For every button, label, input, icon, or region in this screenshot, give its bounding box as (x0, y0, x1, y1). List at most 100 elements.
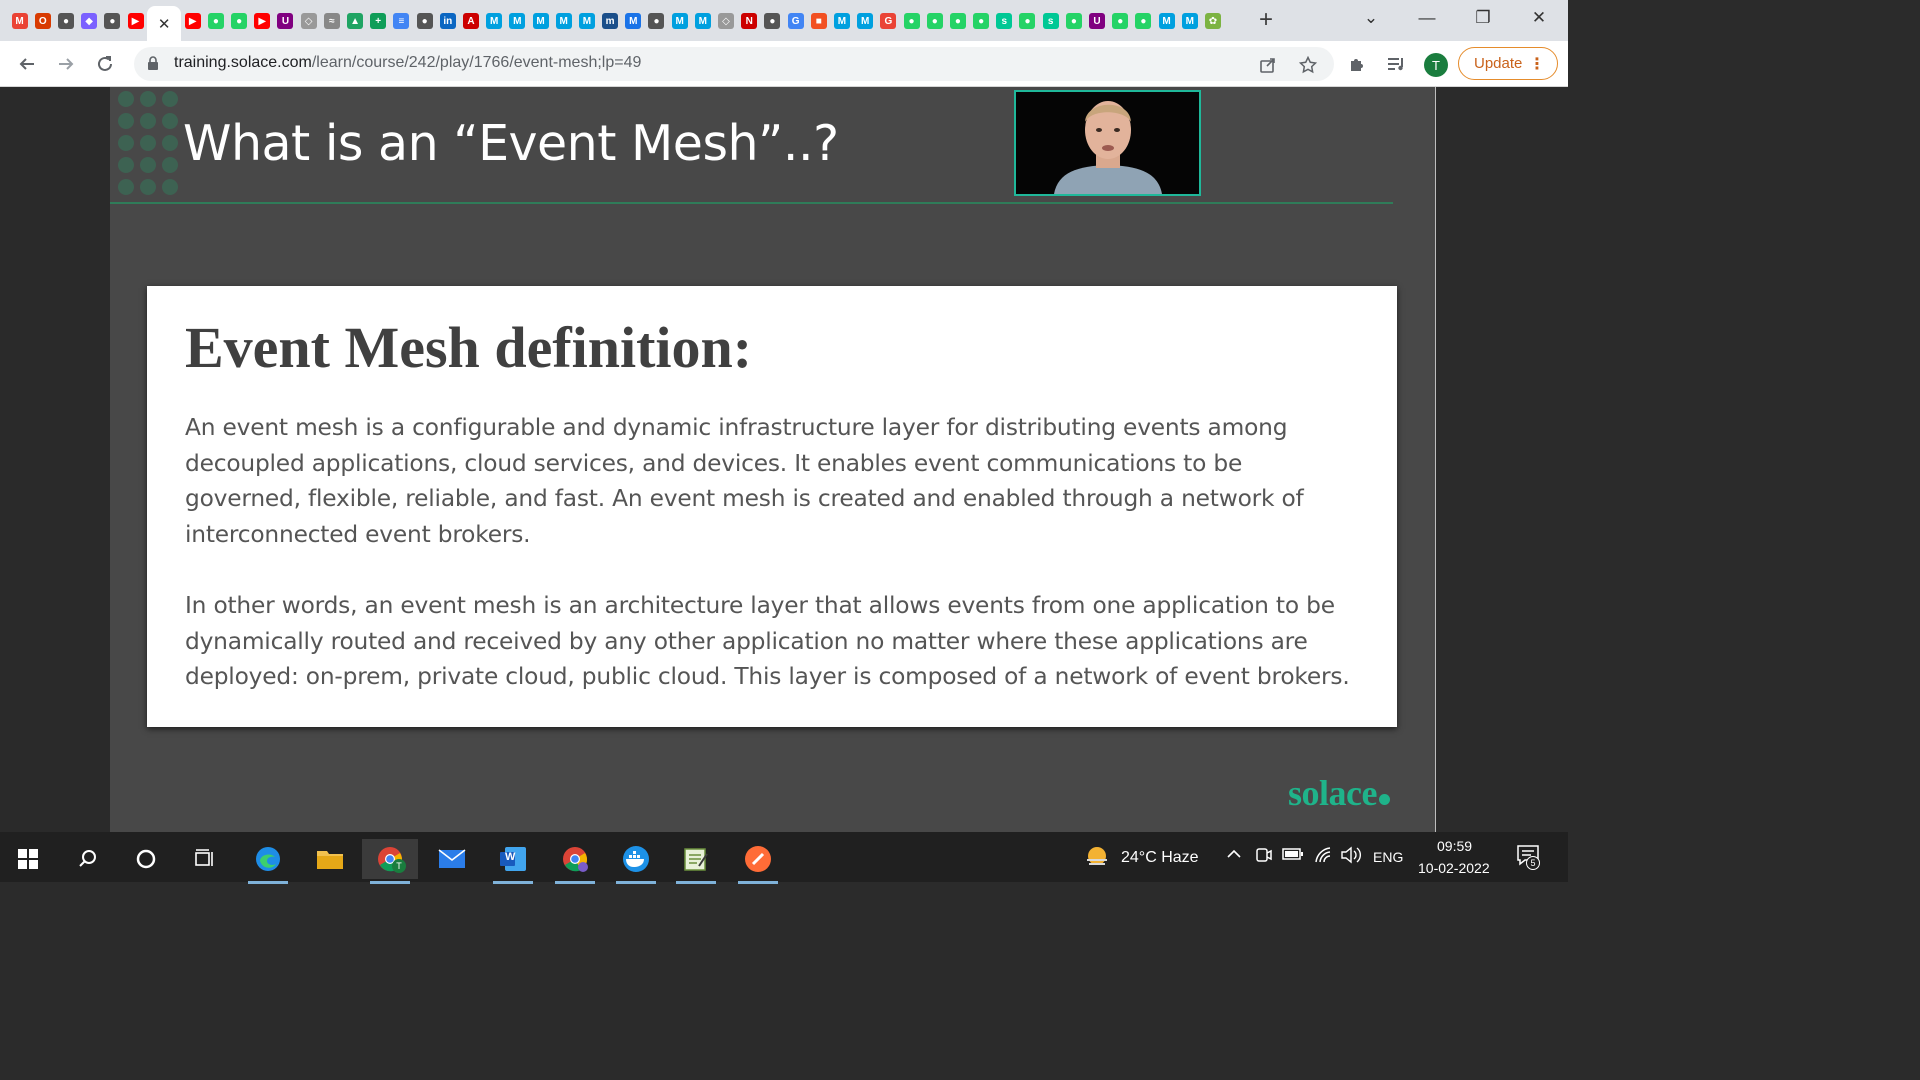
close-tab-icon[interactable]: ✕ (158, 15, 171, 33)
update-button[interactable]: Update ⋮ (1458, 47, 1558, 80)
share-icon[interactable] (1258, 55, 1278, 75)
browser-tab[interactable]: ◆ (78, 6, 101, 36)
notifications-icon[interactable]: 5 (1516, 844, 1540, 871)
browser-tab[interactable]: ● (970, 6, 993, 36)
browser-tab[interactable]: ● (1109, 6, 1132, 36)
browser-tab[interactable]: s (993, 6, 1016, 36)
browser-tab[interactable]: M (668, 6, 691, 36)
forward-button[interactable] (52, 50, 80, 78)
browser-tab[interactable]: ■ (807, 6, 830, 36)
browser-tab[interactable]: ● (923, 6, 946, 36)
taskbar-chrome-profile[interactable] (547, 839, 603, 884)
browser-tab[interactable]: M (529, 6, 552, 36)
browser-tab[interactable]: ▲ (343, 6, 366, 36)
presenter-image (1016, 92, 1199, 194)
browser-tab[interactable]: M (830, 6, 853, 36)
browser-tab[interactable]: G (784, 6, 807, 36)
browser-tab[interactable]: M (575, 6, 598, 36)
search-button[interactable] (60, 839, 116, 879)
restore-button[interactable]: ❐ (1460, 0, 1506, 36)
linkedin-icon: in (439, 13, 456, 29)
wifi-icon[interactable] (1314, 846, 1334, 869)
taskbar-edge[interactable] (240, 839, 296, 884)
browser-tab[interactable]: ● (1062, 6, 1085, 36)
browser-tab[interactable]: in (436, 6, 459, 36)
browser-tab[interactable]: ◇ (297, 6, 320, 36)
minimize-button[interactable]: — (1404, 0, 1450, 36)
weather-haze-icon[interactable] (1084, 845, 1110, 869)
browser-tab[interactable]: U (274, 6, 297, 36)
browser-tab[interactable]: G (877, 6, 900, 36)
profile-avatar[interactable]: T (1424, 53, 1448, 77)
taskbar-file-explorer[interactable] (302, 839, 358, 879)
presenter-video[interactable] (1014, 90, 1201, 196)
browser-tab[interactable]: A (459, 6, 482, 36)
battery-icon[interactable] (1282, 847, 1304, 866)
browser-tab[interactable]: ● (1016, 6, 1039, 36)
reload-button[interactable] (91, 50, 119, 78)
clock-date[interactable]: 10-02-2022 (1418, 860, 1490, 876)
notion-icon: N (741, 13, 758, 29)
cortana-button[interactable] (118, 839, 174, 879)
browser-tab[interactable]: ≈ (320, 6, 343, 36)
browser-tab[interactable]: ● (413, 6, 436, 36)
browser-tab[interactable]: M (691, 6, 714, 36)
taskbar-word[interactable]: W (485, 839, 541, 884)
browser-tab[interactable]: ◇ (714, 6, 737, 36)
browser-tab[interactable]: N (738, 6, 761, 36)
browser-tab[interactable]: ● (900, 6, 923, 36)
taskbar-editor[interactable] (668, 839, 724, 884)
browser-tab[interactable]: M (854, 6, 877, 36)
taskbar-mail[interactable] (424, 839, 480, 879)
active-tab[interactable]: ✕ (147, 6, 182, 41)
browser-tab[interactable]: ▶ (124, 6, 147, 36)
back-button[interactable] (13, 50, 41, 78)
browser-tab[interactable]: ≡ (390, 6, 413, 36)
tab-search-button[interactable]: ⌄ (1348, 0, 1394, 36)
language-indicator[interactable]: ENG (1373, 849, 1403, 865)
browser-tab[interactable]: ● (1132, 6, 1155, 36)
browser-tab[interactable]: ● (54, 6, 77, 36)
close-window-button[interactable]: ✕ (1516, 0, 1562, 36)
weather-text[interactable]: 24°C Haze (1121, 849, 1199, 867)
browser-tab[interactable]: ● (101, 6, 124, 36)
browser-tab[interactable]: ✿ (1201, 6, 1224, 36)
taskbar-postman[interactable] (730, 839, 786, 884)
volume-icon[interactable] (1340, 846, 1362, 869)
browser-tab[interactable]: U (1085, 6, 1108, 36)
browser-tab[interactable]: ▶ (251, 6, 274, 36)
browser-tab[interactable]: ● (228, 6, 251, 36)
bookmark-star-icon[interactable] (1298, 55, 1318, 75)
browser-tab[interactable]: M (552, 6, 575, 36)
browser-tab[interactable]: M (1155, 6, 1178, 36)
url-text[interactable]: training.solace.com/learn/course/242/pla… (174, 54, 641, 72)
new-tab-button[interactable]: + (1254, 6, 1278, 34)
lock-icon[interactable] (147, 56, 159, 70)
browser-tab[interactable]: M (1178, 6, 1201, 36)
browser-tab[interactable]: O (31, 6, 54, 36)
browser-tab[interactable]: ▶ (181, 6, 204, 36)
browser-tab[interactable]: M (622, 6, 645, 36)
task-view-button[interactable] (177, 839, 233, 879)
taskbar-docker[interactable] (608, 839, 664, 884)
amc-icon: A (462, 13, 479, 29)
extensions-puzzle-icon[interactable] (1346, 53, 1368, 75)
browser-tab[interactable]: ● (645, 6, 668, 36)
browser-tab[interactable]: + (367, 6, 390, 36)
browser-tab[interactable]: ● (946, 6, 969, 36)
reading-list-icon[interactable] (1385, 53, 1407, 75)
browser-tab[interactable]: M (506, 6, 529, 36)
browser-tab[interactable]: M (8, 6, 31, 36)
taskbar-chrome[interactable]: T (362, 839, 418, 884)
start-button[interactable] (0, 839, 56, 879)
browser-tab[interactable]: m (599, 6, 622, 36)
chevron-up-icon[interactable] (1226, 846, 1242, 867)
browser-tab[interactable]: s (1039, 6, 1062, 36)
meet-now-icon[interactable] (1254, 846, 1272, 869)
browser-tab[interactable]: M (483, 6, 506, 36)
clock-time[interactable]: 09:59 (1437, 838, 1472, 854)
browser-tab[interactable]: ● (204, 6, 227, 36)
chrome-menu-icon[interactable]: ⋮ (1529, 54, 1545, 74)
address-bar[interactable]: training.solace.com/learn/course/242/pla… (134, 47, 1334, 81)
browser-tab[interactable]: ● (761, 6, 784, 36)
